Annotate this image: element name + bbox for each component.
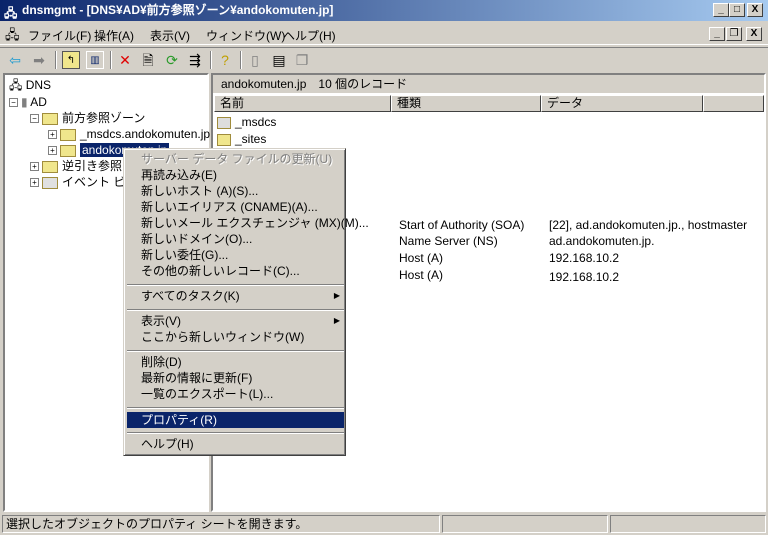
toolbar: ⇦ ➡ ↰ ▥ ✕ 🗎 ⟳ ⇶ ? ▯ ▤ ❐ — [0, 47, 768, 71]
column-type[interactable]: 種類 — [391, 95, 541, 112]
menu-view[interactable]: 表示(V) — [150, 27, 190, 44]
status-bar: 選択したオブジェクトのプロパティ シートを開きます。 — [0, 513, 768, 535]
menu-file[interactable]: ファイル(F) — [28, 27, 91, 44]
record-type[interactable]: Host (A) — [399, 267, 443, 283]
help-icon[interactable]: ? — [216, 51, 234, 69]
column-name[interactable]: 名前 — [214, 95, 391, 112]
zone-icon — [217, 116, 231, 129]
column-data[interactable]: データ — [541, 95, 703, 112]
collapse-icon[interactable]: − — [30, 114, 39, 124]
close-button[interactable]: X — [747, 3, 763, 17]
menu-bar: 🖧 ファイル(F) 操作(A) 表示(V) ウィンドウ(W) ヘルプ(H) _ … — [0, 23, 768, 45]
status-section — [610, 515, 766, 533]
menu-item-new-mx[interactable]: 新しいメール エクスチェンジャ (MX)(M)... — [127, 215, 369, 231]
record-type[interactable]: Host (A) — [399, 250, 443, 266]
menu-window[interactable]: ウィンドウ(W) — [206, 27, 285, 44]
domain-icon[interactable]: ❐ — [293, 51, 311, 69]
window-title: dnsmgmt - [DNS¥AD¥前方参照ゾーン¥andokomuten.jp… — [22, 3, 334, 17]
menu-item-view[interactable]: 表示(V) ▶ — [127, 313, 344, 329]
menu-item-reload[interactable]: 再読み込み(E) — [127, 167, 344, 183]
menu-action[interactable]: 操作(A) — [94, 27, 134, 44]
title-bar: 🖧 dnsmgmt - [DNS¥AD¥前方参照ゾーン¥andokomuten.… — [0, 0, 768, 21]
minimize-button[interactable]: _ — [713, 3, 729, 17]
menu-item-new-delegation[interactable]: 新しい委任(G)... — [127, 247, 344, 263]
record-data: 192.168.10.2 — [549, 251, 620, 265]
menu-item-other-records[interactable]: その他の新しいレコード(C)... — [127, 263, 344, 279]
record-data: 192.168.10.2 — [549, 270, 620, 284]
folder-icon — [42, 160, 58, 173]
menu-item-properties[interactable]: プロパティ(R) — [127, 412, 344, 428]
menu-help[interactable]: ヘルプ(H) — [283, 27, 336, 44]
zone-icon — [60, 128, 76, 141]
up-level-icon[interactable]: ↰ — [62, 51, 80, 69]
expand-icon[interactable]: + — [48, 130, 57, 140]
tree-item-ad[interactable]: − ▮ AD — [9, 94, 47, 110]
context-menu: サーバー データ ファイルの更新(U) 再読み込み(E) 新しいホスト (A)(… — [123, 148, 369, 456]
maximize-button[interactable]: □ — [729, 3, 745, 17]
app-icon: 🖧 — [4, 6, 18, 20]
record-data: [22], ad.andokomuten.jp., hostmaster — [549, 218, 748, 232]
show-hide-tree-icon[interactable]: ▥ — [86, 51, 104, 69]
event-log-icon — [42, 176, 58, 189]
tree-item-dns[interactable]: 🖧 DNS — [9, 77, 51, 93]
status-section — [442, 515, 608, 533]
menu-item-refresh[interactable]: 最新の情報に更新(F) — [127, 370, 344, 386]
menu-item-update-server-file: サーバー データ ファイルの更新(U) — [141, 152, 333, 166]
mdi-restore-button[interactable]: ❐ — [726, 27, 742, 41]
record-row[interactable]: _sites — [217, 131, 266, 147]
properties-icon[interactable]: 🗎 — [139, 51, 157, 69]
record-row[interactable]: _msdcs — [217, 114, 276, 130]
server-icon: ▮ — [21, 95, 31, 109]
folder-icon — [217, 133, 231, 146]
tree-item-msdcs-zone[interactable]: + _msdcs.andokomuten.jp — [48, 126, 210, 142]
dns-icon: 🖧 — [9, 78, 26, 92]
expand-icon[interactable]: + — [30, 162, 39, 172]
menu-item-new-window[interactable]: ここから新しいウィンドウ(W) — [127, 329, 344, 345]
status-text: 選択したオブジェクトのプロパティ シートを開きます。 — [2, 515, 440, 533]
delete-icon[interactable]: ✕ — [116, 51, 134, 69]
collapse-icon[interactable]: − — [9, 98, 18, 108]
column-filler — [703, 95, 764, 112]
export-list-icon[interactable]: ⇶ — [186, 51, 204, 69]
folder-icon — [42, 112, 58, 125]
zone-icon — [60, 144, 76, 157]
mdi-minimize-button[interactable]: _ — [709, 27, 725, 41]
server-icon[interactable]: ▯ — [246, 51, 264, 69]
expand-icon[interactable]: + — [30, 178, 39, 188]
record-type[interactable]: Start of Authority (SOA) — [399, 217, 524, 233]
menu-item-export-list[interactable]: 一覧のエクスポート(L)... — [127, 386, 344, 402]
mdi-close-button[interactable]: X — [746, 27, 762, 41]
menu-item-new-alias[interactable]: 新しいエイリアス (CNAME)(A)... — [127, 199, 344, 215]
records-header: andokomuten.jp 10 個のレコード — [213, 75, 764, 93]
menu-item-new-host[interactable]: 新しいホスト (A)(S)... — [127, 183, 344, 199]
refresh-icon[interactable]: ⟳ — [163, 51, 181, 69]
forward-icon[interactable]: ➡ — [30, 51, 48, 69]
menu-item-new-domain[interactable]: 新しいドメイン(O)... — [127, 231, 344, 247]
record-data: ad.andokomuten.jp. — [549, 234, 655, 248]
submenu-arrow-icon: ▶ — [333, 316, 340, 325]
expand-icon[interactable]: + — [48, 146, 57, 156]
tree-item-forward-zones[interactable]: − 前方参照ゾーン — [30, 110, 145, 126]
menu-item-delete[interactable]: 削除(D) — [127, 354, 344, 370]
menu-item-help[interactable]: ヘルプ(H) — [127, 436, 344, 452]
record-icon[interactable]: ▤ — [270, 51, 288, 69]
console-icon: 🖧 — [5, 27, 20, 42]
menu-item-all-tasks[interactable]: すべてのタスク(K) ▶ — [127, 288, 344, 304]
back-icon[interactable]: ⇦ — [6, 51, 24, 69]
submenu-arrow-icon: ▶ — [333, 291, 340, 300]
record-type[interactable]: Name Server (NS) — [399, 233, 498, 249]
